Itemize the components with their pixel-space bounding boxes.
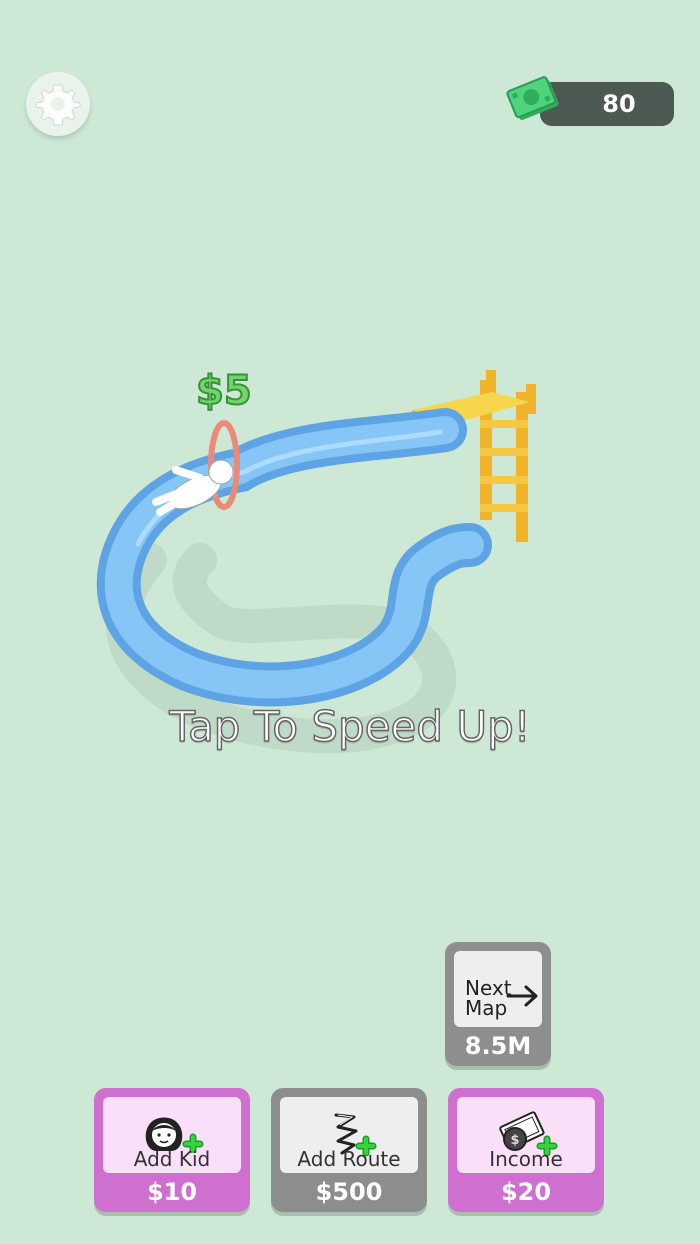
add-kid-face: Add Kid (103, 1097, 241, 1173)
income-button[interactable]: $ Income $20 (448, 1088, 604, 1212)
income-face: $ Income (457, 1097, 595, 1173)
next-map-button[interactable]: Next Map 8.5M (445, 942, 551, 1066)
cash-icon (506, 76, 559, 121)
add-kid-button[interactable]: Add Kid $10 (94, 1088, 250, 1212)
arrow-right-icon (506, 985, 538, 1007)
next-map-price: 8.5M (464, 1032, 532, 1060)
add-kid-label: Add Kid (133, 1147, 211, 1171)
income-label: Income (489, 1147, 563, 1171)
gear-icon (35, 84, 81, 126)
add-route-face: Add Route (280, 1097, 418, 1173)
next-map-face: Next Map (454, 951, 542, 1027)
add-kid-price: $10 (146, 1178, 198, 1206)
add-route-button[interactable]: Add Route $500 (271, 1088, 427, 1212)
game-scene[interactable] (0, 0, 700, 1244)
next-map-line2: Map (465, 996, 508, 1020)
add-route-price: $500 (315, 1178, 383, 1206)
tap-hint: Tap To Speed Up! (169, 701, 532, 752)
earn-popup: $5 (195, 367, 253, 415)
add-route-label: Add Route (297, 1147, 401, 1171)
svg-text:$: $ (510, 1133, 519, 1148)
next-map-line1: Next (465, 976, 512, 1000)
income-price: $20 (500, 1178, 552, 1206)
money-value: 80 (602, 90, 636, 118)
settings-button[interactable] (26, 72, 90, 136)
